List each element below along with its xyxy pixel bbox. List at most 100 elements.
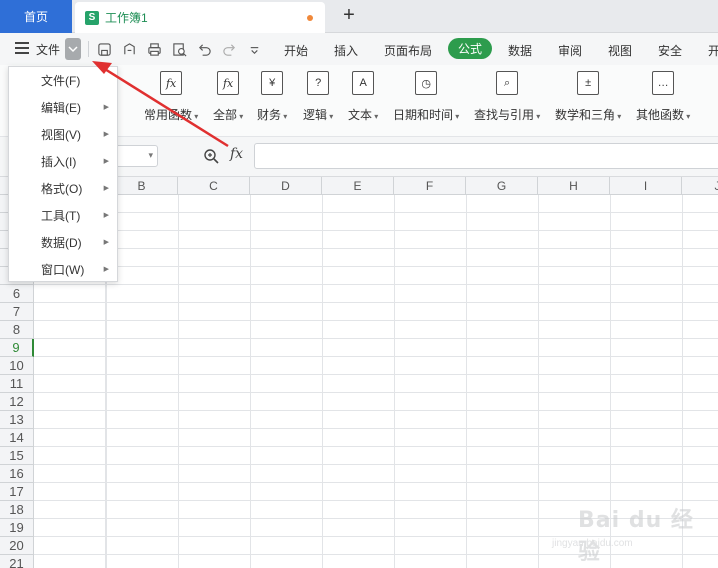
grid-column-line bbox=[466, 195, 467, 568]
common-functions-button[interactable]: fx 常用函数 bbox=[144, 71, 198, 123]
math-trig-label: 数学和三角 bbox=[555, 106, 621, 123]
yen-icon: ¥ bbox=[261, 71, 284, 95]
row-header-14[interactable]: 14 bbox=[0, 429, 34, 447]
grid-row-line bbox=[34, 248, 718, 249]
export-icon[interactable] bbox=[121, 41, 137, 57]
menu-item-tools[interactable]: 工具(T) ▶ bbox=[9, 202, 117, 229]
undo-icon[interactable] bbox=[196, 41, 212, 57]
row-header-6[interactable]: 6 bbox=[0, 285, 34, 303]
column-header-i[interactable]: I bbox=[610, 177, 682, 195]
tab-data[interactable]: 数据 bbox=[508, 42, 532, 59]
tab-insert[interactable]: 插入 bbox=[334, 42, 358, 59]
fx-insert-function-icon[interactable]: fx bbox=[230, 146, 243, 162]
tab-workbook-label: 工作簿1 bbox=[105, 11, 148, 25]
row-header-11[interactable]: 11 bbox=[0, 375, 34, 393]
logic-button[interactable]: ? 逻辑 bbox=[303, 71, 333, 123]
fx-star-icon: fx bbox=[160, 71, 183, 95]
tab-review[interactable]: 审阅 bbox=[558, 42, 582, 59]
row-header-7[interactable]: 7 bbox=[0, 303, 34, 321]
submenu-arrow-icon: ▶ bbox=[103, 131, 109, 138]
row-header-15[interactable]: 15 bbox=[0, 447, 34, 465]
grid-row-line bbox=[34, 302, 718, 303]
print-preview-icon[interactable] bbox=[171, 41, 187, 57]
tab-workbook[interactable]: S 工作簿1 bbox=[75, 2, 325, 33]
column-header-h[interactable]: H bbox=[538, 177, 610, 195]
row-header-12[interactable]: 12 bbox=[0, 393, 34, 411]
formula-input[interactable] bbox=[254, 143, 718, 169]
date-time-button[interactable]: ◷ 日期和时间 bbox=[393, 71, 459, 123]
menu-item-data[interactable]: 数据(D) ▶ bbox=[9, 229, 117, 256]
submenu-arrow-icon: ▶ bbox=[103, 266, 109, 273]
submenu-arrow-icon: ▶ bbox=[103, 239, 109, 246]
row-header-20[interactable]: 20 bbox=[0, 537, 34, 555]
chevron-down-icon bbox=[68, 46, 78, 53]
tab-start[interactable]: 开始 bbox=[284, 42, 308, 59]
column-header-e[interactable]: E bbox=[322, 177, 394, 195]
grid-row-line bbox=[34, 428, 718, 429]
row-header-16[interactable]: 16 bbox=[0, 465, 34, 483]
other-functions-label: 其他函数 bbox=[636, 106, 690, 123]
row-header-19[interactable]: 19 bbox=[0, 519, 34, 537]
save-icon[interactable] bbox=[96, 41, 112, 57]
other-functions-button[interactable]: … 其他函数 bbox=[636, 71, 690, 123]
zoom-function-icon[interactable] bbox=[202, 147, 220, 165]
tab-security[interactable]: 安全 bbox=[658, 42, 682, 59]
grid-column-line bbox=[394, 195, 395, 568]
clock-icon: ◷ bbox=[415, 71, 438, 95]
file-dropdown-button[interactable] bbox=[65, 38, 81, 60]
grid-row-line bbox=[34, 266, 718, 267]
tab-partial[interactable]: 开 bbox=[708, 42, 718, 59]
row-header-10[interactable]: 10 bbox=[0, 357, 34, 375]
grid-row-line bbox=[34, 464, 718, 465]
print-icon[interactable] bbox=[146, 41, 162, 57]
tab-page-layout[interactable]: 页面布局 bbox=[384, 42, 432, 59]
row-header-13[interactable]: 13 bbox=[0, 411, 34, 429]
grid-column-line bbox=[538, 195, 539, 568]
row-header-17[interactable]: 17 bbox=[0, 483, 34, 501]
grid-row-line bbox=[34, 374, 718, 375]
math-icon: ± bbox=[577, 71, 600, 95]
menu-item-format[interactable]: 格式(O) ▶ bbox=[9, 175, 117, 202]
menu-item-file[interactable]: 文件(F) bbox=[9, 67, 117, 94]
date-time-label: 日期和时间 bbox=[393, 106, 459, 123]
menu-bar: 文件 开始 插入 页面布局 公式 数据 审阅 视图 安全 开 bbox=[0, 33, 718, 65]
grid-row-line bbox=[34, 212, 718, 213]
redo-icon[interactable] bbox=[221, 41, 237, 57]
text-functions-label: 文本 bbox=[348, 106, 378, 123]
file-menu-button[interactable]: 文件 bbox=[36, 41, 60, 58]
lookup-reference-button[interactable]: ⌕ 查找与引用 bbox=[474, 71, 540, 123]
menu-item-insert[interactable]: 插入(I) ▶ bbox=[9, 148, 117, 175]
menu-item-view[interactable]: 视图(V) ▶ bbox=[9, 121, 117, 148]
text-functions-button[interactable]: A 文本 bbox=[348, 71, 378, 123]
column-header-d[interactable]: D bbox=[250, 177, 322, 195]
tab-formula[interactable]: 公式 bbox=[448, 38, 492, 59]
column-header-c[interactable]: C bbox=[178, 177, 250, 195]
submenu-arrow-icon: ▶ bbox=[103, 185, 109, 192]
menu-item-window[interactable]: 窗口(W) ▶ bbox=[9, 256, 117, 283]
text-a-icon: A bbox=[352, 71, 375, 95]
finance-button[interactable]: ¥ 财务 bbox=[257, 71, 287, 123]
question-icon: ? bbox=[307, 71, 330, 95]
column-header-f[interactable]: F bbox=[394, 177, 466, 195]
hamburger-menu-icon[interactable] bbox=[15, 42, 29, 54]
math-trig-button[interactable]: ± 数学和三角 bbox=[555, 71, 621, 123]
row-header-9[interactable]: 9 bbox=[0, 339, 34, 357]
column-header-g[interactable]: G bbox=[466, 177, 538, 195]
grid-column-line bbox=[250, 195, 251, 568]
row-header-21[interactable]: 21 bbox=[0, 555, 34, 568]
submenu-arrow-icon: ▶ bbox=[103, 104, 109, 111]
tab-home[interactable]: 首页 bbox=[0, 0, 72, 33]
column-header-j[interactable]: J bbox=[682, 177, 718, 195]
tab-view[interactable]: 视图 bbox=[608, 42, 632, 59]
lookup-reference-label: 查找与引用 bbox=[474, 106, 540, 123]
menu-item-edit[interactable]: 编辑(E) ▶ bbox=[9, 94, 117, 121]
row-header-18[interactable]: 18 bbox=[0, 501, 34, 519]
customize-toolbar-icon[interactable] bbox=[246, 41, 262, 57]
grid-row-line bbox=[34, 230, 718, 231]
all-functions-button[interactable]: fx 全部 bbox=[213, 71, 243, 123]
row-header-8[interactable]: 8 bbox=[0, 321, 34, 339]
file-dropdown-menu: 文件(F) 编辑(E) ▶ 视图(V) ▶ 插入(I) ▶ 格式(O) ▶ 工具(T) ▶… bbox=[8, 66, 118, 282]
new-tab-button[interactable]: + bbox=[338, 4, 360, 26]
name-box-dropdown-icon[interactable]: ▾ bbox=[148, 150, 153, 161]
submenu-arrow-icon: ▶ bbox=[103, 212, 109, 219]
